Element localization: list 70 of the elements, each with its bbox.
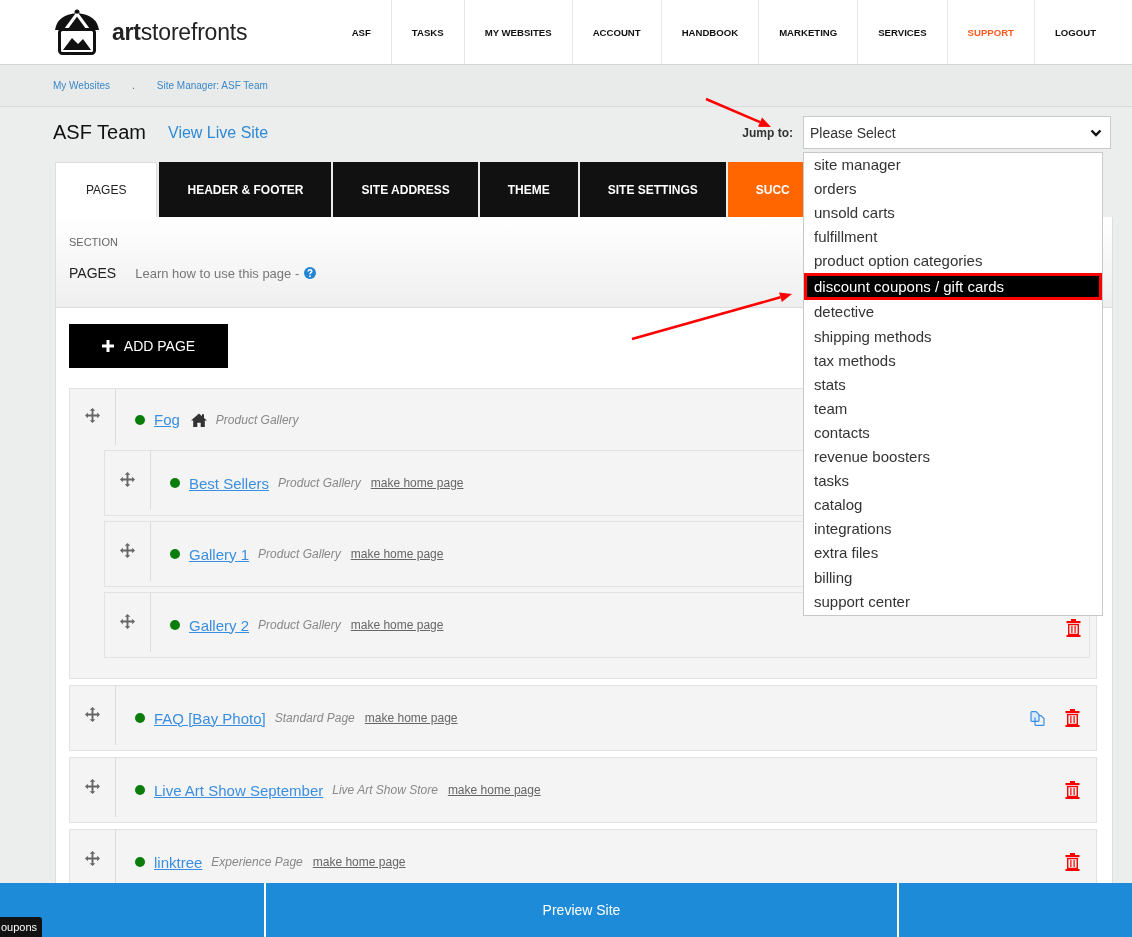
help-text: Learn how to use this page -	[135, 265, 300, 281]
logo-text: artstorefronts	[112, 18, 248, 46]
nav-link[interactable]: ACCOUNT	[571, 0, 661, 64]
dropdown-option[interactable]: stats	[804, 372, 1102, 397]
tooltip: oupons	[0, 917, 43, 937]
tab[interactable]: PAGES	[55, 162, 158, 217]
dropdown-option[interactable]: product option categories	[804, 249, 1102, 274]
move-icon[interactable]	[85, 706, 100, 722]
page-type: Standard Page	[274, 711, 355, 725]
nav-link[interactable]: SERVICES	[857, 0, 947, 64]
nav-link[interactable]: ASF	[331, 0, 391, 64]
page-type: Product Gallery	[278, 476, 361, 490]
move-icon[interactable]	[120, 613, 135, 629]
trash-icon[interactable]	[1066, 619, 1081, 637]
add-page-button[interactable]: ADD PAGE	[69, 324, 228, 368]
page-type: Live Art Show Store	[332, 783, 438, 797]
dropdown-option[interactable]: contacts	[804, 420, 1102, 446]
nav-link[interactable]: MY WEBSITES	[463, 0, 572, 64]
dropdown-option[interactable]: billing	[804, 565, 1102, 590]
tab[interactable]: THEME	[479, 162, 578, 217]
annotation-arrow	[705, 97, 771, 127]
dropdown-option[interactable]: tax methods	[804, 348, 1102, 373]
make-home-page-link[interactable]: make home page	[312, 855, 406, 869]
make-home-page-link[interactable]: make home page	[350, 618, 444, 632]
dropdown-option[interactable]: discount coupons / gift cards	[804, 273, 1102, 301]
dropdown-option[interactable]: revenue boosters	[804, 445, 1102, 470]
plus-icon	[101, 340, 114, 352]
page-type: Experience Page	[211, 855, 303, 869]
nav-link[interactable]: TASKS	[390, 0, 464, 64]
breadcrumb-separator: .	[132, 80, 135, 91]
nav-link[interactable]: MARKETING	[758, 0, 858, 64]
help-icon[interactable]	[304, 267, 317, 279]
page-type: Product Gallery	[258, 618, 341, 632]
storefront-logo-icon	[53, 8, 101, 56]
dropdown-option[interactable]: tasks	[804, 469, 1102, 494]
dropdown-option[interactable]: support center	[804, 589, 1102, 614]
tab[interactable]: SITE SETTINGS	[579, 162, 726, 217]
nav-link[interactable]: HANDBOOK	[660, 0, 759, 64]
section-caption: SECTION	[69, 236, 118, 248]
jump-to-label: Jump to:	[742, 125, 793, 140]
move-icon[interactable]	[85, 778, 100, 794]
section-title: PAGES	[69, 265, 117, 281]
make-home-page-link[interactable]: make home page	[364, 711, 458, 725]
make-home-page-link[interactable]: make home page	[350, 547, 444, 561]
trash-icon[interactable]	[1065, 709, 1080, 727]
move-icon[interactable]	[120, 471, 135, 487]
chevron-down-icon	[1090, 128, 1102, 137]
trash-icon[interactable]	[1065, 853, 1080, 871]
move-icon[interactable]	[85, 408, 100, 423]
dropdown-option[interactable]: fulfillment	[804, 225, 1102, 250]
trash-icon[interactable]	[1065, 781, 1080, 799]
preview-site-button[interactable]: Preview Site	[264, 883, 899, 937]
page-type: Product Gallery	[258, 547, 341, 561]
make-home-page-link[interactable]: make home page	[370, 476, 464, 490]
dropdown-option[interactable]: detective	[804, 300, 1102, 325]
jump-to-select[interactable]: Please Select	[803, 116, 1111, 149]
page-type: Product Gallery	[215, 412, 299, 427]
move-icon[interactable]	[120, 542, 135, 558]
dropdown-option[interactable]: team	[804, 396, 1102, 421]
dropdown-option[interactable]: extra files	[804, 541, 1102, 566]
tab[interactable]: SITE ADDRESS	[333, 162, 478, 217]
make-home-page-link[interactable]: make home page	[447, 783, 541, 797]
dropdown-option[interactable]: integrations	[804, 517, 1102, 542]
dropdown-option[interactable]: catalog	[804, 493, 1102, 518]
move-icon[interactable]	[85, 850, 100, 866]
copy-icon[interactable]	[1030, 710, 1045, 726]
nav-link[interactable]: LOGOUT	[1033, 0, 1116, 64]
tab[interactable]: HEADER & FOOTER	[159, 162, 332, 217]
site-title: ASF Team	[53, 121, 146, 144]
dropdown-option[interactable]: shipping methods	[804, 324, 1102, 349]
